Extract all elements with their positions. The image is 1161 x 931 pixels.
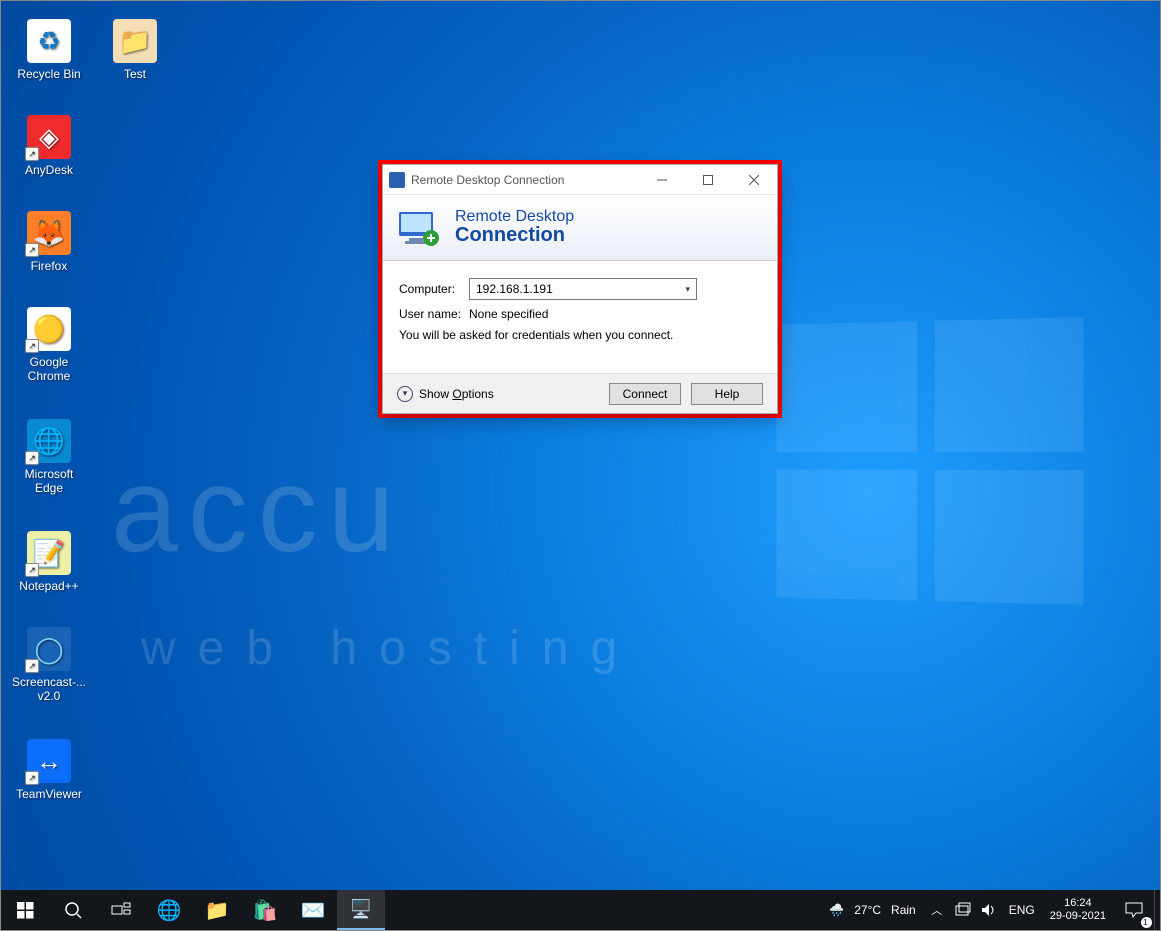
- username-label: User name:: [399, 307, 469, 321]
- app-icon: ♻: [27, 19, 71, 63]
- taskbar-app-explorer[interactable]: 📁: [193, 890, 241, 930]
- show-options-toggle[interactable]: ▾ Show Options: [397, 386, 494, 402]
- computer-combobox[interactable]: 192.168.1.191 ▾: [469, 278, 697, 300]
- notification-badge: 1: [1141, 917, 1152, 928]
- close-button[interactable]: [731, 165, 777, 195]
- desktop-icon-notepad-[interactable]: 📝↗ Notepad++: [11, 531, 87, 593]
- action-center-button[interactable]: 1: [1114, 890, 1154, 930]
- desktop-icon-microsoft-edge[interactable]: 🌐↗ Microsoft Edge: [11, 419, 87, 495]
- shortcut-arrow-icon: ↗: [25, 563, 39, 577]
- desktop-icon-google-chrome[interactable]: 🟡↗ Google Chrome: [11, 307, 87, 383]
- weather-temp: 27°C: [854, 903, 881, 917]
- desktop-icon-label: Microsoft Edge: [11, 467, 87, 495]
- watermark-text: accu: [111, 441, 1120, 579]
- chevron-up-icon: ︿: [931, 902, 942, 918]
- app-icon: 🌐↗: [27, 419, 71, 463]
- tray-language[interactable]: ENG: [1002, 890, 1042, 930]
- app-icon: ◯↗: [27, 627, 71, 671]
- desktop-icon-test[interactable]: 📁 Test: [97, 19, 173, 81]
- desktop-icon-label: Google Chrome: [11, 355, 87, 383]
- maximize-button[interactable]: [685, 165, 731, 195]
- app-icon: ↔↗: [27, 739, 71, 783]
- remote-desktop-window[interactable]: Remote Desktop Connection Remote Desktop…: [382, 164, 778, 414]
- taskbar-app-rdc[interactable]: 🖥️: [337, 890, 385, 930]
- minimize-button[interactable]: [639, 165, 685, 195]
- taskbar-app-edge[interactable]: 🌐: [145, 890, 193, 930]
- desktop-icon-label: Recycle Bin: [11, 67, 87, 81]
- shortcut-arrow-icon: ↗: [25, 147, 39, 161]
- search-button[interactable]: [49, 890, 97, 930]
- app-icon: ◈↗: [27, 115, 71, 159]
- shortcut-arrow-icon: ↗: [25, 771, 39, 785]
- windows-logo-art: [777, 317, 1084, 605]
- desktop-icon-label: Test: [97, 67, 173, 81]
- banner-title-line2: Connection: [455, 224, 574, 247]
- computer-label: Computer:: [399, 282, 469, 296]
- connect-button[interactable]: Connect: [609, 383, 681, 405]
- window-title: Remote Desktop Connection: [411, 173, 639, 187]
- rdc-banner: Remote Desktop Connection: [383, 195, 777, 261]
- desktop-icon-firefox[interactable]: 🦊↗ Firefox: [11, 211, 87, 273]
- app-icon: 🟡↗: [27, 307, 71, 351]
- clock-time: 16:24: [1050, 897, 1106, 910]
- taskbar-app-store[interactable]: 🛍️: [241, 890, 289, 930]
- tray-clock[interactable]: 16:24 29-09-2021: [1042, 897, 1114, 923]
- desktop-icon-label: Screencast-... v2.0: [11, 675, 87, 703]
- desktop-icon-teamviewer[interactable]: ↔↗ TeamViewer: [11, 739, 87, 801]
- shortcut-arrow-icon: ↗: [25, 451, 39, 465]
- shortcut-arrow-icon: ↗: [25, 339, 39, 353]
- show-options-label: Show Options: [419, 387, 494, 401]
- tray-overflow-button[interactable]: ︿: [924, 890, 950, 930]
- help-button[interactable]: Help: [691, 383, 763, 405]
- desktop-wallpaper[interactable]: accu web hosting ♻ Recycle Bin 📁 Test ◈↗ AnyD…: [1, 1, 1160, 890]
- watermark-subtext: web hosting: [141, 621, 639, 676]
- start-button[interactable]: [1, 890, 49, 930]
- app-icon: 📝↗: [27, 531, 71, 575]
- shortcut-arrow-icon: ↗: [25, 243, 39, 257]
- credentials-hint: You will be asked for credentials when y…: [399, 328, 761, 342]
- shortcut-arrow-icon: ↗: [25, 659, 39, 673]
- clock-date: 29-09-2021: [1050, 910, 1106, 923]
- weather-icon: 🌧️: [829, 903, 844, 917]
- desktop-icon-recycle-bin[interactable]: ♻ Recycle Bin: [11, 19, 87, 81]
- show-desktop-button[interactable]: [1154, 890, 1160, 930]
- desktop-icon-anydesk[interactable]: ◈↗ AnyDesk: [11, 115, 87, 177]
- desktop-icon-label: TeamViewer: [11, 787, 87, 801]
- desktop-icon-label: Firefox: [11, 259, 87, 273]
- tray-volume-icon[interactable]: [976, 890, 1002, 930]
- username-value: None specified: [469, 307, 548, 321]
- tray-network-icon[interactable]: [950, 890, 976, 930]
- desktop-icon-label: AnyDesk: [11, 163, 87, 177]
- rdc-icon: [389, 172, 405, 188]
- computer-value: 192.168.1.191: [476, 282, 553, 296]
- app-icon: 🦊↗: [27, 211, 71, 255]
- window-titlebar[interactable]: Remote Desktop Connection: [383, 165, 777, 195]
- monitor-icon: [397, 206, 441, 250]
- weather-cond: Rain: [891, 903, 916, 917]
- task-view-button[interactable]: [97, 890, 145, 930]
- app-icon: 📁: [113, 19, 157, 63]
- taskbar-app-mail[interactable]: ✉️: [289, 890, 337, 930]
- chevron-down-icon: ▾: [397, 386, 413, 402]
- taskbar[interactable]: 🌐 📁 🛍️ ✉️ 🖥️ 🌧️ 27°C Rain ︿ ENG 16:24 29…: [1, 890, 1160, 930]
- desktop-icon-label: Notepad++: [11, 579, 87, 593]
- weather-widget[interactable]: 🌧️ 27°C Rain: [821, 903, 923, 917]
- chevron-down-icon: ▾: [685, 284, 690, 295]
- desktop-icon-screencast-v2-0[interactable]: ◯↗ Screencast-... v2.0: [11, 627, 87, 703]
